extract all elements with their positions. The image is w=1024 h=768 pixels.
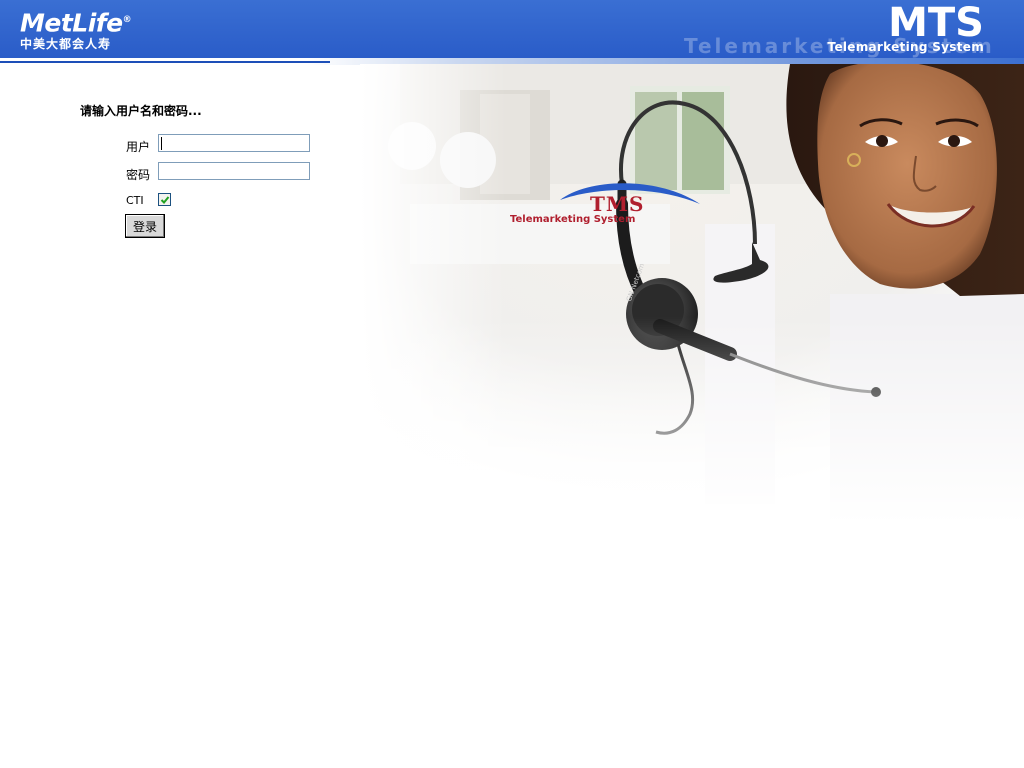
tms-logo-subtitle: Telemarketing System [510, 214, 636, 225]
login-prompt: 请输入用户名和密码... [80, 104, 202, 118]
text-cursor [161, 137, 162, 150]
cti-label: CTI [126, 194, 144, 207]
metlife-logo: MetLife® 中美大都会人寿 [20, 6, 132, 52]
tms-logo: TMS Telemarketing System [508, 178, 708, 230]
registered-mark: ® [122, 15, 132, 25]
login-button[interactable]: 登录 [125, 214, 165, 238]
username-label: 用户 [126, 140, 151, 154]
hero-illustration [360, 64, 1024, 524]
header-divider-line [0, 61, 330, 63]
hero-image [360, 64, 1024, 524]
password-input[interactable] [158, 162, 310, 180]
tms-logo-title: TMS [590, 192, 645, 216]
password-label: 密码 [126, 168, 151, 182]
brand-chinese-name: 中美大都会人寿 [20, 37, 112, 52]
top-banner: MetLife® 中美大都会人寿 Telemarketing System MT… [0, 0, 1024, 58]
app-subtitle: Telemarketing System [827, 40, 984, 54]
username-input[interactable] [158, 134, 310, 152]
app-title: MTS [888, 0, 984, 46]
cti-checkbox[interactable] [158, 193, 171, 206]
brand-name: MetLife [20, 8, 123, 38]
checkmark-icon [160, 195, 169, 204]
